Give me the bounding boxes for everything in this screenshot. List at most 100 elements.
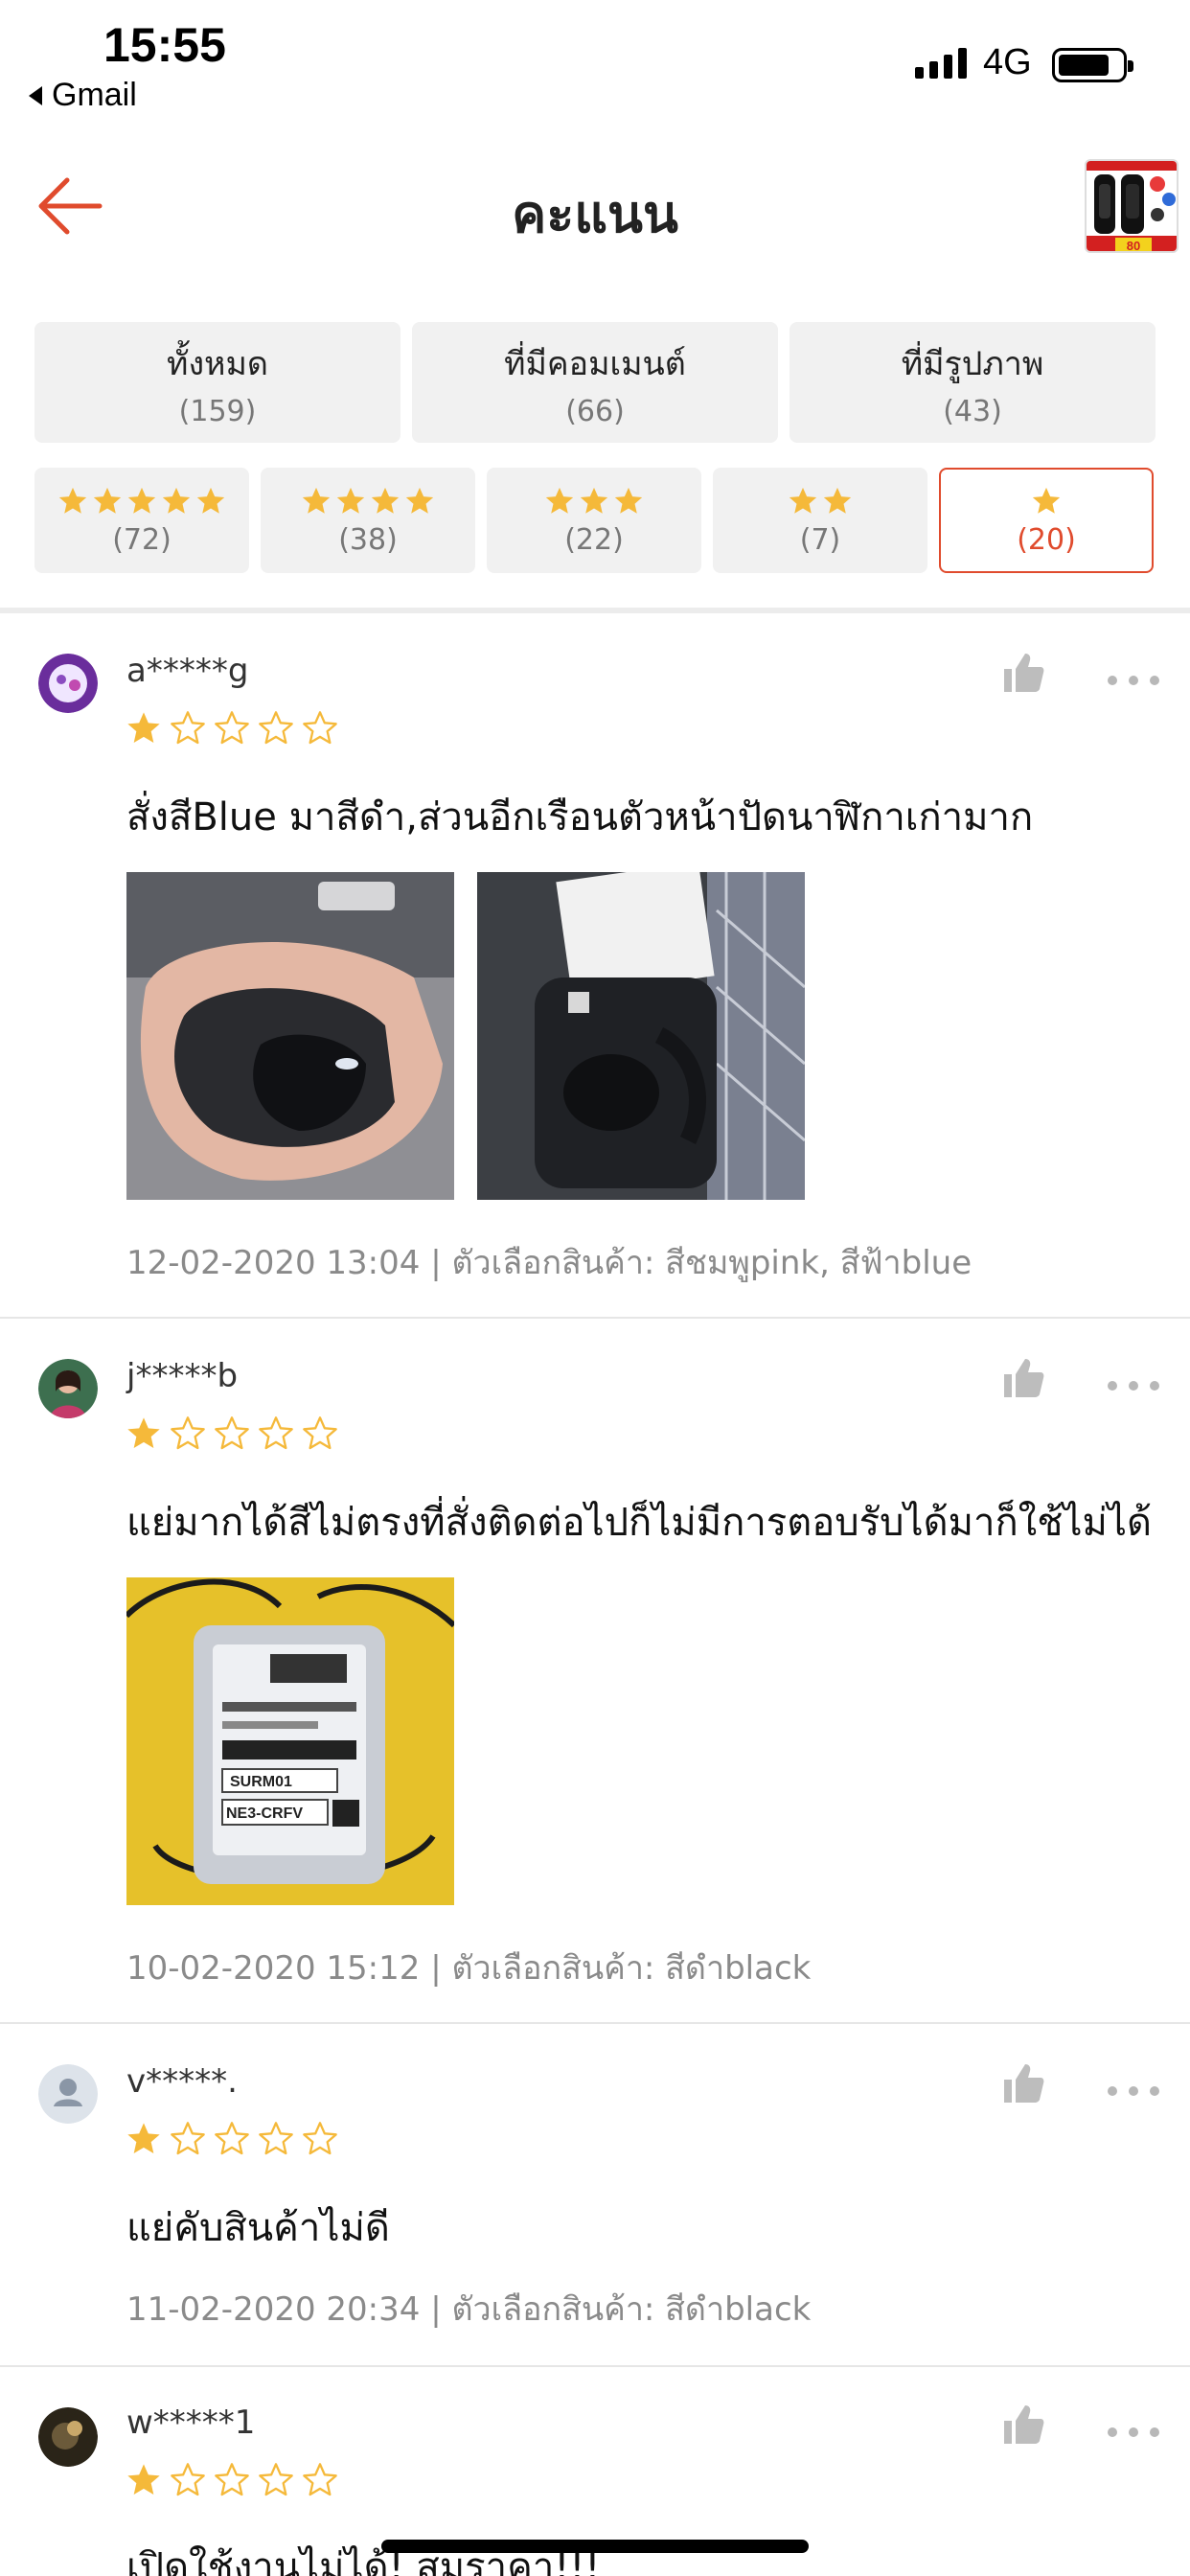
reviewer-username: j*****b (126, 1357, 239, 1395)
star-filled-icon (196, 487, 225, 514)
review-rating (125, 1414, 339, 1453)
chip-stars (1030, 485, 1063, 518)
thumbs-up-icon[interactable] (1000, 2402, 1046, 2448)
user-placeholder-icon (38, 2064, 98, 2124)
photo-label: SURM01 (230, 1774, 292, 1790)
avatar[interactable] (38, 654, 98, 713)
home-indicator (381, 2540, 809, 2553)
filter-count: (159) (178, 394, 257, 428)
filter-count: (38) (338, 522, 398, 557)
product-price-tag: 80 (1127, 239, 1140, 253)
page-title: คะแนน (512, 184, 678, 244)
reviewer-username: v*****. (126, 2062, 238, 2101)
review-photo[interactable] (126, 872, 454, 1200)
filter-tabs: ทั้งหมด (159) ที่มีคอมเมนต์ (66) ที่มีรู… (34, 322, 1156, 443)
reviews-screen: 15:55 Gmail 4G คะแนน 80 ทั้งหมด (159) ที… (0, 0, 1190, 2576)
reviewer-username: w*****1 (126, 2404, 256, 2442)
filter-all[interactable]: ทั้งหมด (159) (34, 322, 400, 443)
review-rating (125, 2461, 339, 2499)
star-outline-icon (215, 711, 249, 745)
filter-count: (22) (564, 522, 624, 557)
star-filled-icon (1032, 487, 1061, 514)
review-meta: 11-02-2020 20:34 | ตัวเลือกสินค้า: สีดำb… (126, 2290, 812, 2329)
thumbs-up-icon[interactable] (1000, 650, 1046, 696)
filter-count: (20) (1017, 522, 1076, 557)
star-outline-icon (215, 2122, 249, 2155)
battery-icon (1052, 48, 1133, 82)
star-outline-icon (259, 1416, 293, 1450)
review-item: v*****. แย่คับสินค้าไม่ดี 11-02-2020 20:… (0, 2024, 1190, 2367)
avatar[interactable] (38, 2064, 98, 2124)
avatar[interactable] (38, 2407, 98, 2467)
star-outline-icon (303, 2122, 337, 2155)
star-filled-icon (545, 487, 574, 514)
star-outline-icon (303, 2463, 337, 2496)
star-outline-icon (171, 1416, 205, 1450)
star-filled-icon (614, 487, 643, 514)
thumbs-up-icon[interactable] (1000, 1355, 1046, 1401)
star-filled-icon (580, 487, 608, 514)
star-filter-tabs: (72) (38) (22) (7) (20) (34, 468, 1154, 573)
star-filled-icon (58, 487, 87, 514)
star-filled-icon (127, 2123, 160, 2153)
star-outline-icon (215, 1416, 249, 1450)
filter-with-comments[interactable]: ที่มีคอมเมนต์ (66) (412, 322, 778, 443)
filter-count: (43) (943, 394, 1002, 428)
more-options-icon[interactable] (1108, 1376, 1159, 1395)
nav-header: คะแนน 80 (0, 144, 1190, 268)
product-thumbnail[interactable]: 80 (1085, 159, 1179, 253)
filter-with-photos[interactable]: ที่มีรูปภาพ (43) (790, 322, 1156, 443)
star-filled-icon (127, 487, 156, 514)
star-filled-icon (336, 487, 365, 514)
star-filled-icon (371, 487, 400, 514)
filter-3-stars[interactable]: (22) (487, 468, 701, 573)
star-filled-icon (405, 487, 434, 514)
review-rating (125, 709, 339, 748)
review-text: แย่คับสินค้าไม่ดี (126, 2206, 390, 2250)
filter-1-star[interactable]: (20) (939, 468, 1154, 573)
star-outline-icon (303, 711, 337, 745)
star-filled-icon (127, 1417, 160, 1448)
star-outline-icon (259, 711, 293, 745)
star-filled-icon (823, 487, 852, 514)
star-filled-icon (789, 487, 817, 514)
filter-label: ทั้งหมด (167, 344, 268, 383)
review-item: j*****b แย่มากได้สีไม่ตรงที่สั่งติดต่อไป… (0, 1319, 1190, 2024)
back-triangle-icon (29, 85, 42, 105)
thumbs-up-icon[interactable] (1000, 2060, 1046, 2106)
more-options-icon[interactable] (1108, 671, 1159, 690)
chip-stars (543, 485, 645, 518)
back-to-app-link[interactable]: Gmail (29, 77, 137, 114)
star-outline-icon (259, 2122, 293, 2155)
avatar[interactable] (38, 1359, 98, 1418)
star-filled-icon (127, 712, 160, 743)
review-text: แย่มากได้สีไม่ตรงที่สั่งติดต่อไปก็ไม่มีก… (126, 1501, 1152, 1545)
star-outline-icon (215, 2463, 249, 2496)
star-outline-icon (259, 2463, 293, 2496)
review-photo[interactable] (477, 872, 805, 1200)
back-app-label: Gmail (52, 77, 137, 113)
review-rating (125, 2120, 339, 2158)
filter-4-stars[interactable]: (38) (261, 468, 475, 573)
more-options-icon[interactable] (1108, 2082, 1159, 2101)
star-outline-icon (303, 1416, 337, 1450)
review-meta: 10-02-2020 15:12 | ตัวเลือกสินค้า: สีดำb… (126, 1949, 812, 1988)
more-options-icon[interactable] (1108, 2423, 1159, 2442)
reviewer-username: a*****g (126, 652, 249, 690)
filter-2-stars[interactable]: (7) (713, 468, 927, 573)
filter-label: ที่มีคอมเมนต์ (504, 344, 686, 383)
star-filled-icon (162, 487, 191, 514)
star-filled-icon (127, 2464, 160, 2495)
star-filled-icon (302, 487, 331, 514)
star-outline-icon (171, 711, 205, 745)
filter-count: (7) (799, 522, 841, 557)
filter-5-stars[interactable]: (72) (34, 468, 249, 573)
star-outline-icon (171, 2122, 205, 2155)
filter-label: ที่มีรูปภาพ (901, 344, 1044, 383)
star-filled-icon (93, 487, 122, 514)
chip-stars (57, 485, 227, 518)
star-outline-icon (171, 2463, 205, 2496)
filter-count: (72) (112, 522, 172, 557)
chip-stars (300, 485, 436, 518)
review-photo[interactable]: SURM01 NE3-CRFV (126, 1577, 454, 1905)
